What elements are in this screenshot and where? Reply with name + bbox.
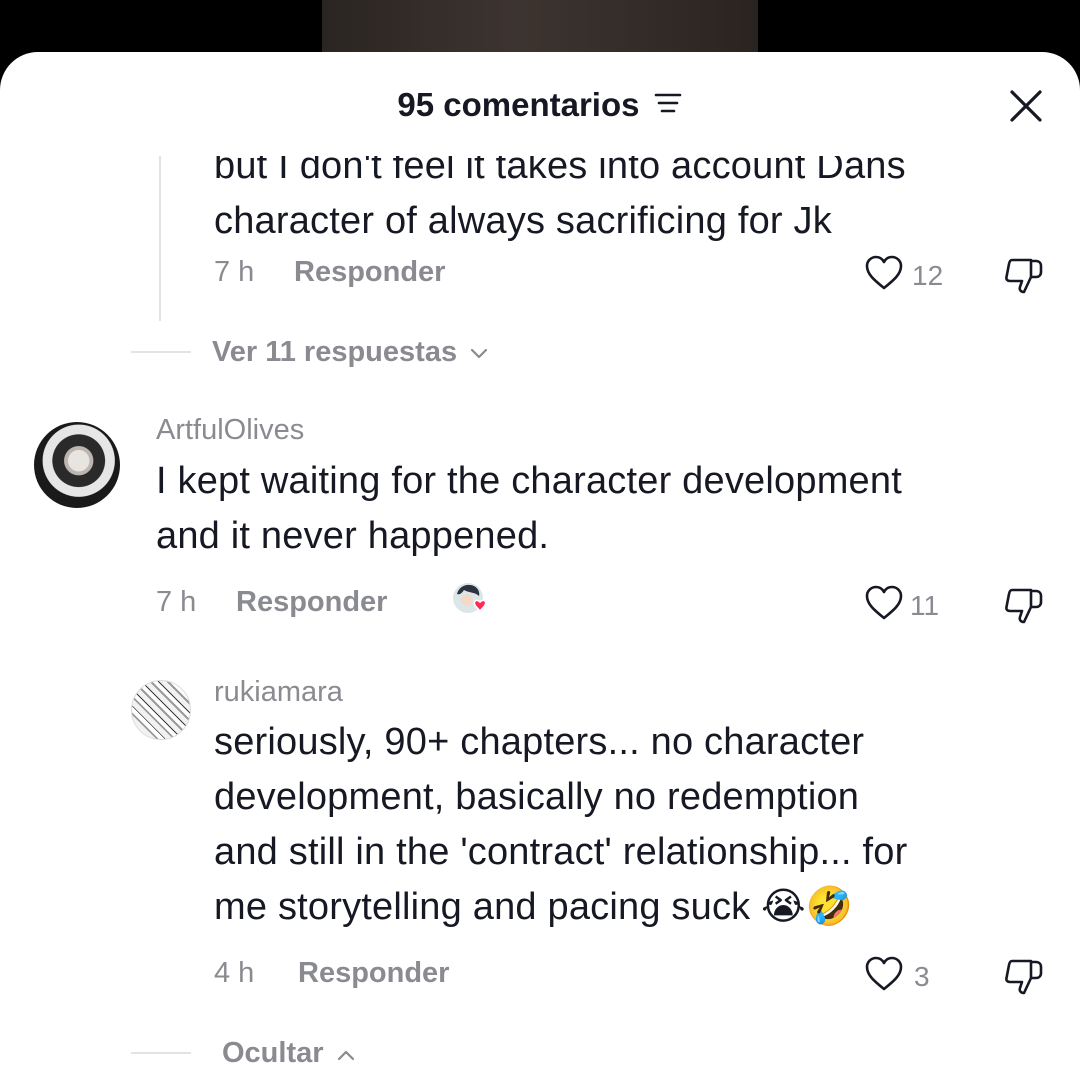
username[interactable]: rukiamara bbox=[214, 676, 343, 709]
heart-icon bbox=[865, 956, 903, 991]
comments-header: 95 comentarios bbox=[0, 86, 1080, 124]
close-button[interactable] bbox=[1008, 88, 1044, 124]
reply-button[interactable]: Responder bbox=[236, 586, 387, 619]
dislike-button[interactable] bbox=[1002, 254, 1046, 303]
avatar[interactable] bbox=[34, 422, 120, 508]
chevron-down-icon bbox=[471, 348, 488, 359]
separator-line bbox=[131, 1052, 191, 1054]
comment-text: seriously, 90+ chapters... no character … bbox=[214, 721, 908, 928]
reply-button[interactable]: Responder bbox=[294, 256, 445, 289]
creator-avatar-icon bbox=[453, 583, 487, 613]
thumbs-down-icon bbox=[1005, 258, 1043, 294]
heart-icon bbox=[865, 585, 903, 620]
thumbs-down-icon bbox=[1005, 959, 1043, 995]
dislike-button[interactable] bbox=[1002, 955, 1046, 1004]
hide-replies-link[interactable]: Ocultar bbox=[222, 1037, 356, 1070]
thumbs-down-icon bbox=[1005, 588, 1043, 624]
comments-sheet: 95 comentarios but I don't feel it takes… bbox=[0, 52, 1080, 1082]
comment-time: 7 h bbox=[156, 586, 197, 618]
header-mask bbox=[0, 132, 1080, 156]
like-button[interactable] bbox=[864, 254, 904, 297]
like-count: 11 bbox=[910, 590, 940, 621]
thread-line bbox=[159, 156, 161, 321]
reply-button[interactable]: Responder bbox=[298, 957, 449, 990]
comment-time: 4 h bbox=[214, 957, 255, 989]
comment-time: 7 h bbox=[214, 256, 255, 288]
like-count: 3 bbox=[914, 961, 930, 992]
heart-icon bbox=[865, 255, 903, 290]
like-button[interactable] bbox=[864, 584, 904, 627]
chevron-up-icon bbox=[337, 1050, 354, 1061]
username[interactable]: ArtfulOlives bbox=[156, 414, 304, 447]
video-background bbox=[322, 0, 758, 60]
view-replies-link[interactable]: Ver 11 respuestas bbox=[212, 336, 489, 369]
like-count: 12 bbox=[912, 260, 944, 291]
avatar[interactable] bbox=[131, 680, 191, 740]
comments-count-title: 95 comentarios bbox=[397, 86, 640, 123]
sort-lines-icon[interactable] bbox=[653, 86, 683, 124]
comment-text: I kept waiting for the character develop… bbox=[156, 460, 902, 557]
close-icon bbox=[1010, 90, 1042, 122]
dislike-button[interactable] bbox=[1002, 584, 1046, 633]
creator-liked-badge bbox=[451, 580, 491, 620]
like-button[interactable] bbox=[864, 955, 904, 998]
separator-line bbox=[131, 351, 191, 353]
